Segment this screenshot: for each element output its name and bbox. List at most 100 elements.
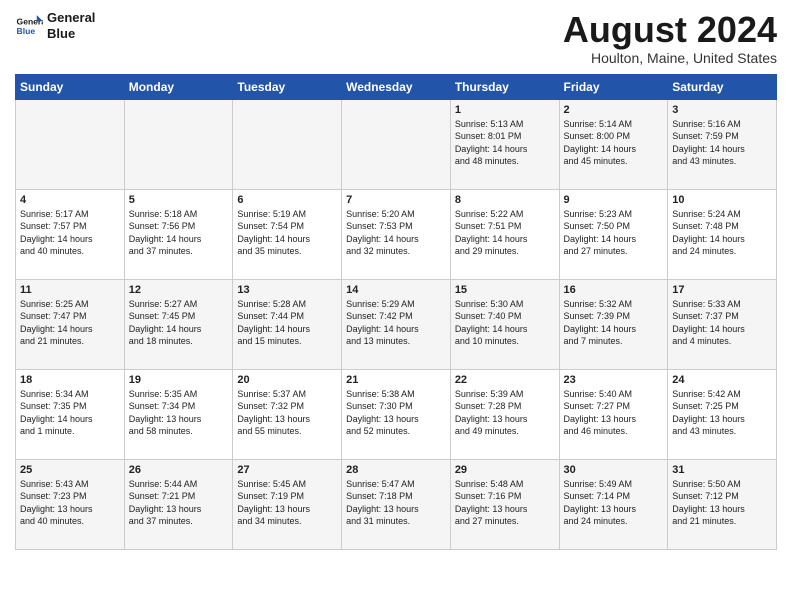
day-detail: Sunrise: 5:48 AM Sunset: 7:16 PM Dayligh…	[455, 478, 555, 528]
day-number: 20	[237, 374, 337, 386]
calendar-week-2: 4 Sunrise: 5:17 AM Sunset: 7:57 PM Daylig…	[16, 189, 777, 279]
day-detail: Sunrise: 5:32 AM Sunset: 7:39 PM Dayligh…	[564, 298, 664, 348]
calendar-cell: 23Sunrise: 5:40 AM Sunset: 7:27 PM Dayli…	[559, 369, 668, 459]
day-number: 28	[346, 464, 446, 476]
day-number: 2	[564, 104, 664, 116]
calendar-cell: 14 Sunrise: 5:29 AM Sunset: 7:42 PM Dayli…	[342, 279, 451, 369]
day-detail: Sunrise: 5:13 AM Sunset: 8:01 PM Dayligh…	[455, 118, 555, 168]
day-number: 13	[237, 284, 337, 296]
calendar-cell: 17 Sunrise: 5:33 AM Sunset: 7:37 PM Dayli…	[668, 279, 777, 369]
day-number: 25	[20, 464, 120, 476]
header-row: SundayMondayTuesdayWednesdayThursdayFrid…	[16, 74, 777, 99]
day-detail: Sunrise: 5:19 AM Sunset: 7:54 PM Dayligh…	[237, 208, 337, 258]
day-detail: Sunrise: 5:39 AM Sunset: 7:28 PM Dayligh…	[455, 388, 555, 438]
day-number: 9	[564, 194, 664, 206]
calendar-cell	[16, 99, 125, 189]
day-number: 12	[129, 284, 229, 296]
day-number: 24	[672, 374, 772, 386]
day-detail: Sunrise: 5:16 AM Sunset: 7:59 PM Dayligh…	[672, 118, 772, 168]
header-cell-saturday: Saturday	[668, 74, 777, 99]
day-number: 17	[672, 284, 772, 296]
logo-text-line2: Blue	[47, 26, 95, 42]
calendar-cell: 13 Sunrise: 5:28 AM Sunset: 7:44 PM Dayli…	[233, 279, 342, 369]
calendar-cell: 19 Sunrise: 5:35 AM Sunset: 7:34 PM Dayli…	[124, 369, 233, 459]
calendar-week-4: 18Sunrise: 5:34 AM Sunset: 7:35 PM Dayli…	[16, 369, 777, 459]
day-number: 3	[672, 104, 772, 116]
day-detail: Sunrise: 5:17 AM Sunset: 7:57 PM Dayligh…	[20, 208, 120, 258]
day-detail: Sunrise: 5:40 AM Sunset: 7:27 PM Dayligh…	[564, 388, 664, 438]
header-cell-friday: Friday	[559, 74, 668, 99]
day-detail: Sunrise: 5:47 AM Sunset: 7:18 PM Dayligh…	[346, 478, 446, 528]
day-detail: Sunrise: 5:33 AM Sunset: 7:37 PM Dayligh…	[672, 298, 772, 348]
header-cell-thursday: Thursday	[450, 74, 559, 99]
calendar-week-1: 1 Sunrise: 5:13 AM Sunset: 8:01 PM Daylig…	[16, 99, 777, 189]
day-number: 4	[20, 194, 120, 206]
day-number: 6	[237, 194, 337, 206]
calendar-cell	[342, 99, 451, 189]
calendar-cell: 9 Sunrise: 5:23 AM Sunset: 7:50 PM Daylig…	[559, 189, 668, 279]
calendar-cell: 11 Sunrise: 5:25 AM Sunset: 7:47 PM Dayli…	[16, 279, 125, 369]
day-detail: Sunrise: 5:25 AM Sunset: 7:47 PM Dayligh…	[20, 298, 120, 348]
calendar-week-3: 11 Sunrise: 5:25 AM Sunset: 7:47 PM Dayli…	[16, 279, 777, 369]
day-detail: Sunrise: 5:14 AM Sunset: 8:00 PM Dayligh…	[564, 118, 664, 168]
calendar-table: SundayMondayTuesdayWednesdayThursdayFrid…	[15, 74, 777, 550]
day-detail: Sunrise: 5:29 AM Sunset: 7:42 PM Dayligh…	[346, 298, 446, 348]
logo: General Blue General Blue	[15, 10, 95, 41]
day-number: 21	[346, 374, 446, 386]
day-number: 27	[237, 464, 337, 476]
calendar-body: 1 Sunrise: 5:13 AM Sunset: 8:01 PM Daylig…	[16, 99, 777, 549]
calendar-cell: 18Sunrise: 5:34 AM Sunset: 7:35 PM Dayli…	[16, 369, 125, 459]
calendar-cell: 26Sunrise: 5:44 AM Sunset: 7:21 PM Dayli…	[124, 459, 233, 549]
header-cell-wednesday: Wednesday	[342, 74, 451, 99]
calendar-cell: 21 Sunrise: 5:38 AM Sunset: 7:30 PM Dayli…	[342, 369, 451, 459]
day-number: 22	[455, 374, 555, 386]
day-detail: Sunrise: 5:38 AM Sunset: 7:30 PM Dayligh…	[346, 388, 446, 438]
day-number: 1	[455, 104, 555, 116]
day-detail: Sunrise: 5:28 AM Sunset: 7:44 PM Dayligh…	[237, 298, 337, 348]
calendar-cell: 10Sunrise: 5:24 AM Sunset: 7:48 PM Dayli…	[668, 189, 777, 279]
calendar-cell: 7Sunrise: 5:20 AM Sunset: 7:53 PM Daylig…	[342, 189, 451, 279]
calendar-cell: 12 Sunrise: 5:27 AM Sunset: 7:45 PM Dayli…	[124, 279, 233, 369]
day-number: 16	[564, 284, 664, 296]
day-number: 31	[672, 464, 772, 476]
calendar-cell: 25Sunrise: 5:43 AM Sunset: 7:23 PM Dayli…	[16, 459, 125, 549]
day-detail: Sunrise: 5:30 AM Sunset: 7:40 PM Dayligh…	[455, 298, 555, 348]
day-number: 30	[564, 464, 664, 476]
calendar-cell: 30Sunrise: 5:49 AM Sunset: 7:14 PM Dayli…	[559, 459, 668, 549]
day-number: 5	[129, 194, 229, 206]
day-detail: Sunrise: 5:42 AM Sunset: 7:25 PM Dayligh…	[672, 388, 772, 438]
day-number: 14	[346, 284, 446, 296]
calendar-cell: 2 Sunrise: 5:14 AM Sunset: 8:00 PM Daylig…	[559, 99, 668, 189]
calendar-cell: 8 Sunrise: 5:22 AM Sunset: 7:51 PM Daylig…	[450, 189, 559, 279]
day-detail: Sunrise: 5:27 AM Sunset: 7:45 PM Dayligh…	[129, 298, 229, 348]
day-number: 11	[20, 284, 120, 296]
calendar-cell: 6 Sunrise: 5:19 AM Sunset: 7:54 PM Daylig…	[233, 189, 342, 279]
day-number: 10	[672, 194, 772, 206]
calendar-cell: 16 Sunrise: 5:32 AM Sunset: 7:39 PM Dayli…	[559, 279, 668, 369]
page-header: General Blue General Blue August 2024 Ho…	[15, 10, 777, 66]
calendar-cell: 20 Sunrise: 5:37 AM Sunset: 7:32 PM Dayli…	[233, 369, 342, 459]
day-detail: Sunrise: 5:23 AM Sunset: 7:50 PM Dayligh…	[564, 208, 664, 258]
day-number: 7	[346, 194, 446, 206]
day-detail: Sunrise: 5:37 AM Sunset: 7:32 PM Dayligh…	[237, 388, 337, 438]
day-detail: Sunrise: 5:45 AM Sunset: 7:19 PM Dayligh…	[237, 478, 337, 528]
calendar-cell: 27 Sunrise: 5:45 AM Sunset: 7:19 PM Dayli…	[233, 459, 342, 549]
header-cell-monday: Monday	[124, 74, 233, 99]
calendar-cell	[233, 99, 342, 189]
day-number: 8	[455, 194, 555, 206]
calendar-header: SundayMondayTuesdayWednesdayThursdayFrid…	[16, 74, 777, 99]
calendar-cell	[124, 99, 233, 189]
calendar-cell: 29 Sunrise: 5:48 AM Sunset: 7:16 PM Dayli…	[450, 459, 559, 549]
calendar-cell: 31 Sunrise: 5:50 AM Sunset: 7:12 PM Dayli…	[668, 459, 777, 549]
day-number: 29	[455, 464, 555, 476]
calendar-cell: 5 Sunrise: 5:18 AM Sunset: 7:56 PM Daylig…	[124, 189, 233, 279]
calendar-cell: 4 Sunrise: 5:17 AM Sunset: 7:57 PM Daylig…	[16, 189, 125, 279]
day-number: 19	[129, 374, 229, 386]
day-detail: Sunrise: 5:22 AM Sunset: 7:51 PM Dayligh…	[455, 208, 555, 258]
day-detail: Sunrise: 5:50 AM Sunset: 7:12 PM Dayligh…	[672, 478, 772, 528]
calendar-cell: 28 Sunrise: 5:47 AM Sunset: 7:18 PM Dayli…	[342, 459, 451, 549]
day-number: 15	[455, 284, 555, 296]
calendar-cell: 1 Sunrise: 5:13 AM Sunset: 8:01 PM Daylig…	[450, 99, 559, 189]
day-detail: Sunrise: 5:35 AM Sunset: 7:34 PM Dayligh…	[129, 388, 229, 438]
day-detail: Sunrise: 5:18 AM Sunset: 7:56 PM Dayligh…	[129, 208, 229, 258]
